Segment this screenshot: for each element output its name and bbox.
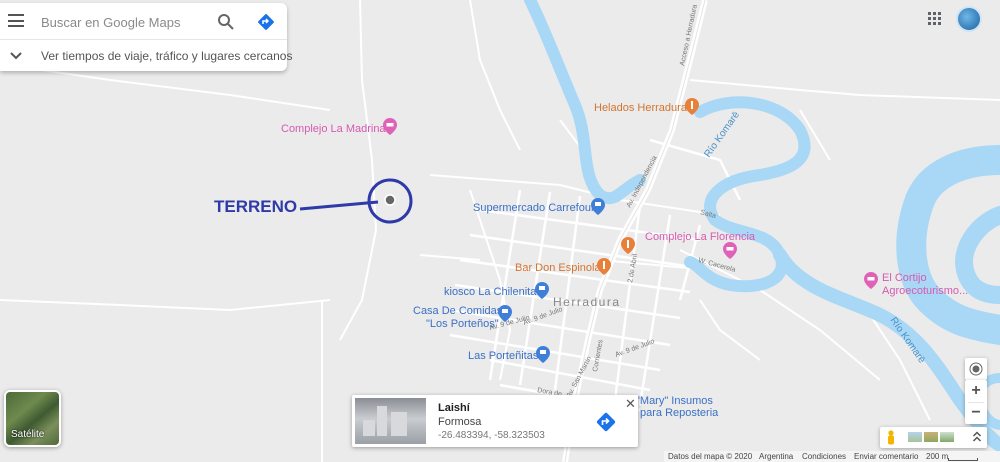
poi-label-casa-comidas: Casa De Comidas xyxy=(413,305,503,317)
poi-label-carrefour: Supermercado Carrefour xyxy=(473,202,595,214)
satellite-label: Satélite xyxy=(11,429,45,440)
poi-label-mary-line2: para Reposteria xyxy=(640,407,719,419)
poi-label-cortijo: El Cortijo xyxy=(882,272,927,284)
footer-terms[interactable]: Condiciones xyxy=(802,452,846,461)
search-icon[interactable] xyxy=(217,13,235,31)
place-subtitle: Formosa xyxy=(438,416,482,428)
poi-label-don-espinola: Bar Don Espinola xyxy=(515,262,601,274)
search-row xyxy=(0,3,287,39)
zoom-control: + − xyxy=(965,380,987,424)
poi-label-cortijo-line2: Agroecoturismo... xyxy=(882,285,968,297)
footer-country[interactable]: Argentina xyxy=(759,452,793,461)
poi-label-helados: Helados Herradura xyxy=(594,102,688,114)
layer-thumb-terrain[interactable] xyxy=(908,432,922,442)
directions-icon[interactable] xyxy=(595,411,617,433)
place-card: Laishí Formosa -26.483394, -58.323503 ✕ xyxy=(352,395,638,447)
poi-label-mary: "Mary" Insumos xyxy=(636,395,713,407)
place-title: Laishí xyxy=(438,402,470,414)
poi-label-casa-comidas-line2: "Los Porteños" xyxy=(426,318,499,330)
chevron-down-icon[interactable] xyxy=(9,50,23,62)
street-view-bar xyxy=(880,427,987,448)
poi-label-portenitas: Las Porteñitas xyxy=(468,350,539,362)
nearby-row[interactable]: Ver tiempos de viaje, tráfico y lugares … xyxy=(0,39,292,71)
zoom-out-button[interactable]: − xyxy=(965,402,987,424)
apps-grid-icon[interactable] xyxy=(928,12,942,26)
scale-bar xyxy=(948,458,978,461)
my-location-icon xyxy=(969,362,983,376)
search-box: Ver tiempos de viaje, tráfico y lugares … xyxy=(0,3,292,71)
terreno-label: TERRENO xyxy=(214,197,297,216)
hamburger-menu-icon[interactable] xyxy=(8,14,24,27)
footer-feedback[interactable]: Enviar comentario xyxy=(854,452,918,461)
expand-icon[interactable] xyxy=(972,431,982,443)
location-pin-icon xyxy=(384,194,396,206)
poi-label-chilenita: kiosco La Chilenita xyxy=(444,286,537,298)
zoom-in-button[interactable]: + xyxy=(965,380,987,402)
town-label: Herradura xyxy=(553,295,621,309)
directions-icon[interactable] xyxy=(257,13,275,31)
nearby-hint[interactable]: Ver tiempos de viaje, tráfico y lugares … xyxy=(41,49,292,63)
satellite-layer-toggle[interactable]: Satélite xyxy=(4,390,61,447)
poi-label-la-florencia: Complejo La Florencia xyxy=(645,231,756,243)
my-location-button[interactable] xyxy=(965,358,987,380)
place-coordinates: -26.483394, -58.323503 xyxy=(438,430,545,441)
footer-map-data: Datos del mapa © 2020 xyxy=(668,452,753,461)
close-icon[interactable]: ✕ xyxy=(625,396,636,412)
map-footer: Datos del mapa © 2020 Argentina Condicio… xyxy=(664,451,1000,462)
pegman-icon[interactable] xyxy=(886,430,896,445)
poi-label-la-madrina: Complejo La Madrina xyxy=(281,123,386,135)
account-avatar[interactable] xyxy=(956,6,982,32)
place-photo[interactable] xyxy=(355,398,426,444)
search-input[interactable] xyxy=(41,12,211,32)
footer-scale[interactable]: 200 m xyxy=(926,452,948,461)
layer-thumb-satellite[interactable] xyxy=(924,432,938,442)
layer-thumb-map[interactable] xyxy=(940,432,954,442)
